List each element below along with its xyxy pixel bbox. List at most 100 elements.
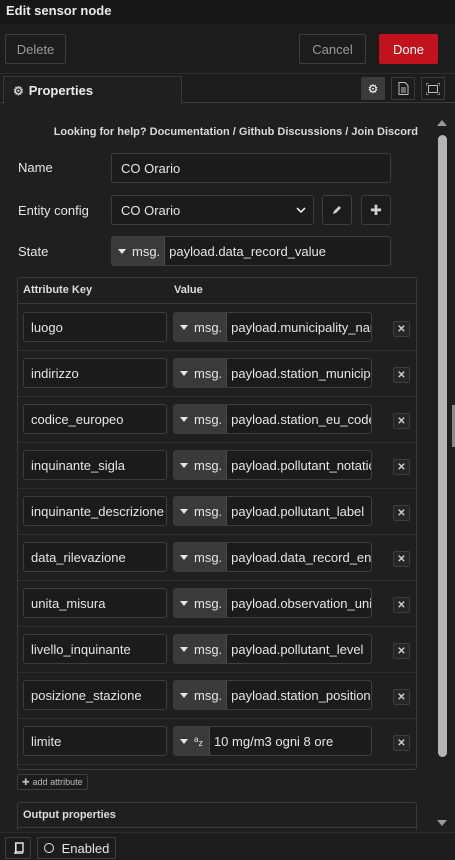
attribute-key: limite	[31, 733, 62, 749]
circle-icon	[43, 843, 54, 853]
done-button[interactable]: Done	[379, 34, 438, 64]
help-links: Looking for help? Documentation / Github…	[0, 126, 418, 138]
remove-attribute-button[interactable]: ✕	[393, 551, 410, 567]
enabled-toggle[interactable]: Enabled	[37, 837, 116, 859]
documentation-link[interactable]: Documentation	[150, 126, 230, 138]
attribute-value: payload.station_position	[231, 687, 371, 703]
attribute-value: payload.station_eu_code	[231, 411, 371, 427]
value-type-selector[interactable]: msg.	[174, 589, 228, 617]
caret-down-icon	[180, 324, 188, 330]
attribute-key: posizione_stazione	[31, 687, 142, 703]
remove-attribute-button[interactable]: ✕	[393, 321, 410, 337]
name-value: CO Orario	[121, 160, 181, 176]
remove-attribute-button[interactable]: ✕	[393, 413, 410, 429]
remove-attribute-button[interactable]: ✕	[393, 643, 410, 659]
tab-properties[interactable]: ⚙ Properties	[3, 76, 182, 104]
caret-down-icon	[118, 248, 126, 254]
delete-button[interactable]: Delete	[5, 34, 66, 64]
value-type-selector[interactable]: msg.	[174, 543, 228, 571]
separator: /	[345, 126, 349, 138]
attribute-value-input[interactable]: msg. payload.station_eu_code	[173, 404, 372, 434]
description-tab[interactable]	[391, 77, 415, 100]
scroll-up-arrow[interactable]	[437, 120, 447, 126]
remove-attribute-button[interactable]: ✕	[393, 367, 410, 383]
value-type-selector[interactable]: msg.	[174, 497, 228, 525]
attribute-value-input[interactable]: msg. payload.pollutant_level	[173, 634, 372, 664]
attribute-key-input[interactable]: livello_inquinante	[23, 634, 167, 664]
entity-config-select[interactable]: CO Orario	[111, 195, 314, 225]
attribute-key-input[interactable]: codice_europeo	[23, 404, 167, 434]
attribute-value-input[interactable]: msg. payload.station_position	[173, 680, 372, 710]
join-discord-link[interactable]: Join Discord	[351, 126, 418, 138]
attribute-key-input[interactable]: posizione_stazione	[23, 680, 167, 710]
caret-down-icon	[180, 554, 188, 560]
close-icon: ✕	[397, 737, 406, 749]
attribute-key-input[interactable]: luogo	[23, 312, 167, 342]
value-type-selector[interactable]: msg.	[174, 359, 228, 387]
add-attribute-label: add attribute	[32, 777, 83, 787]
close-icon: ✕	[397, 369, 406, 381]
value-type: msg.	[194, 549, 223, 565]
close-icon: ✕	[397, 645, 406, 657]
value-type-selector[interactable]: az	[174, 727, 210, 755]
attribute-row: inquinante_descrizione msg. payload.pollut…	[18, 489, 416, 535]
attribute-value-input[interactable]: msg. payload.municipality_name	[173, 312, 372, 342]
attribute-value-input[interactable]: msg. payload.pollutant_notation	[173, 450, 372, 480]
node-properties-tab[interactable]: ⚙	[361, 77, 385, 100]
frame-icon	[426, 82, 440, 95]
close-icon: ✕	[397, 507, 406, 519]
scroll-down-arrow[interactable]	[437, 820, 447, 826]
value-type-selector[interactable]: msg.	[174, 451, 228, 479]
attribute-key-input[interactable]: limite	[23, 726, 167, 756]
attribute-value-input[interactable]: msg. payload.observation_unit_of_measure	[173, 588, 372, 618]
value-type: msg.	[194, 319, 223, 335]
remove-attribute-button[interactable]: ✕	[393, 735, 410, 751]
state-field[interactable]: msg. payload.data_record_value	[111, 236, 391, 266]
attribute-value-input[interactable]: msg. payload.pollutant_label	[173, 496, 372, 526]
attribute-value-input[interactable]: msg. payload.station_municipality	[173, 358, 372, 388]
state-type-selector[interactable]: msg.	[112, 237, 166, 265]
value-type-selector[interactable]: msg.	[174, 681, 228, 709]
caret-down-icon	[180, 462, 188, 468]
attribute-value: payload.municipality_name	[231, 319, 371, 335]
attribute-key-input[interactable]: indirizzo	[23, 358, 167, 388]
state-label: State	[18, 244, 49, 259]
remove-attribute-button[interactable]: ✕	[393, 505, 410, 521]
attribute-value-input[interactable]: msg. payload.data_record_end_time	[173, 542, 372, 572]
attribute-key-input[interactable]: data_rilevazione	[23, 542, 167, 572]
remove-attribute-button[interactable]: ✕	[393, 689, 410, 705]
remove-attribute-button[interactable]: ✕	[393, 597, 410, 613]
name-label: Name	[18, 160, 53, 175]
document-icon	[398, 82, 408, 95]
value-type: msg.	[194, 687, 223, 703]
appearance-tab[interactable]	[421, 77, 445, 100]
attribute-key-input[interactable]: inquinante_descrizione	[23, 496, 167, 526]
scrollbar-thumb[interactable]	[438, 135, 447, 757]
plus-icon: ✚	[22, 776, 30, 787]
name-field[interactable]: CO Orario	[111, 153, 391, 183]
value-type-selector[interactable]: msg.	[174, 405, 228, 433]
value-type-selector[interactable]: msg.	[174, 635, 228, 663]
caret-down-icon	[180, 738, 188, 744]
attribute-row: limite az 10 mg/m3 ogni 8 ore ✕	[18, 719, 416, 765]
attribute-value-input[interactable]: az 10 mg/m3 ogni 8 ore	[173, 726, 372, 756]
attribute-value: payload.observation_unit_of_measure	[231, 595, 371, 611]
help-book-button[interactable]	[5, 837, 31, 859]
attribute-row: data_rilevazione msg. payload.data_record_…	[18, 535, 416, 581]
add-entity-button[interactable]: ✚	[361, 195, 391, 225]
remove-attribute-button[interactable]: ✕	[393, 459, 410, 475]
edit-entity-button[interactable]	[322, 195, 352, 225]
tab-bar: ⚙ Properties ⚙	[0, 74, 455, 104]
attribute-row: codice_europeo msg. payload.station_eu_cod…	[18, 397, 416, 443]
value-type-selector[interactable]: msg.	[174, 313, 228, 341]
attribute-key: inquinante_sigla	[31, 457, 125, 473]
cancel-button[interactable]: Cancel	[299, 34, 366, 64]
caret-down-icon	[180, 692, 188, 698]
attribute-key: inquinante_descrizione	[31, 503, 164, 519]
attribute-key: livello_inquinante	[31, 641, 131, 657]
attribute-key-input[interactable]: unita_misura	[23, 588, 167, 618]
github-discussions-link[interactable]: Github Discussions	[239, 126, 342, 138]
attribute-key-input[interactable]: inquinante_sigla	[23, 450, 167, 480]
add-attribute-button[interactable]: ✚ add attribute	[17, 774, 88, 790]
caret-down-icon	[180, 508, 188, 514]
